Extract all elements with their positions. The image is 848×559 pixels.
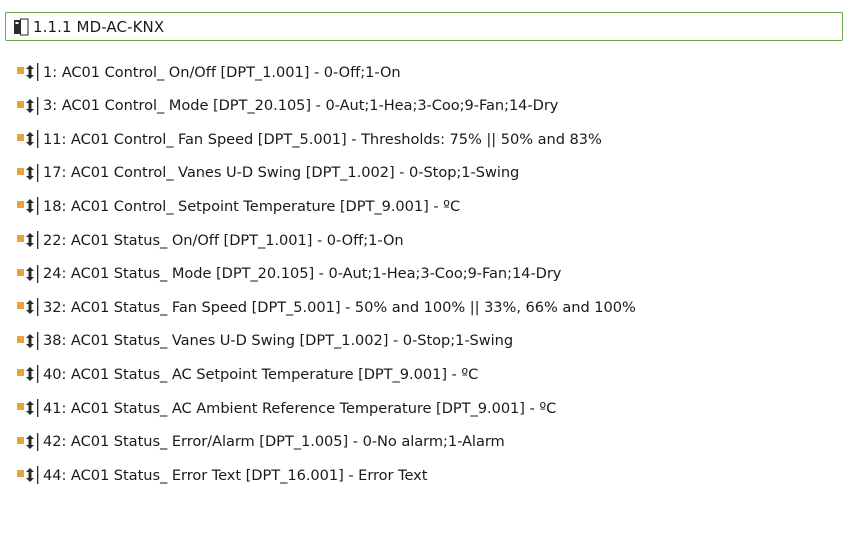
group-object-item[interactable]: 24: AC01 Status_ Mode [DPT_20.105] - 0-A… [16,261,561,287]
group-object-label: 17: AC01 Control_ Vanes U-D Swing [DPT_1… [43,164,520,182]
group-object-label: 40: AC01 Status_ AC Setpoint Temperature… [43,365,479,383]
group-object-item[interactable]: 41: AC01 Status_ AC Ambient Reference Te… [16,395,556,421]
group-object-icon [17,96,39,115]
group-object-item[interactable]: 3: AC01 Control_ Mode [DPT_20.105] - 0-A… [16,93,558,119]
group-object-label: 22: AC01 Status_ On/Off [DPT_1.001] - 0-… [43,231,404,249]
group-object-item[interactable]: 32: AC01 Status_ Fan Speed [DPT_5.001] -… [16,294,636,320]
group-object-label: 1: AC01 Control_ On/Off [DPT_1.001] - 0-… [43,63,401,81]
object-tree: 1.1.1 MD-AC-KNX 1: AC01 Control_ On/Off … [0,0,848,559]
group-object-icon [17,432,39,451]
group-object-item[interactable]: 38: AC01 Status_ Vanes U-D Swing [DPT_1.… [16,328,513,354]
group-object-icon [17,365,39,384]
knx-device-icon [14,18,29,35]
tree-root-label: 1.1.1 MD-AC-KNX [33,17,165,36]
tree-root-device[interactable]: 1.1.1 MD-AC-KNX [5,12,843,41]
group-object-label: 24: AC01 Status_ Mode [DPT_20.105] - 0-A… [43,265,562,283]
group-object-item[interactable]: 18: AC01 Control_ Setpoint Temperature [… [16,193,460,219]
group-object-item[interactable]: 44: AC01 Status_ Error Text [DPT_16.001]… [16,462,427,488]
group-object-icon [17,163,39,182]
group-object-item[interactable]: 42: AC01 Status_ Error/Alarm [DPT_1.005]… [16,429,505,455]
group-object-item[interactable]: 17: AC01 Control_ Vanes U-D Swing [DPT_1… [16,160,519,186]
group-object-icon [17,331,39,350]
group-object-icon [17,231,39,249]
group-object-item[interactable]: 11: AC01 Control_ Fan Speed [DPT_5.001] … [16,126,602,152]
group-object-label: 3: AC01 Control_ Mode [DPT_20.105] - 0-A… [43,97,559,115]
group-object-label: 18: AC01 Control_ Setpoint Temperature [… [43,197,461,215]
group-object-label: 42: AC01 Status_ Error/Alarm [DPT_1.005]… [43,433,505,451]
group-object-label: 32: AC01 Status_ Fan Speed [DPT_5.001] -… [43,298,636,316]
group-object-item[interactable]: 40: AC01 Status_ AC Setpoint Temperature… [16,361,478,387]
group-object-icon [17,130,39,149]
group-object-item[interactable]: 1: AC01 Control_ On/Off [DPT_1.001] - 0-… [16,59,401,85]
group-object-label: 41: AC01 Status_ AC Ambient Reference Te… [43,399,557,417]
group-object-icon [17,466,39,485]
group-object-label: 11: AC01 Control_ Fan Speed [DPT_5.001] … [43,130,602,148]
group-object-item[interactable]: 22: AC01 Status_ On/Off [DPT_1.001] - 0-… [16,227,404,253]
group-object-icon [17,399,39,417]
group-object-icon [17,298,39,317]
group-object-label: 38: AC01 Status_ Vanes U-D Swing [DPT_1.… [43,332,514,350]
group-object-icon [17,63,39,81]
group-object-label: 44: AC01 Status_ Error Text [DPT_16.001]… [43,466,428,484]
group-object-icon [17,197,39,216]
group-object-icon [17,264,39,283]
